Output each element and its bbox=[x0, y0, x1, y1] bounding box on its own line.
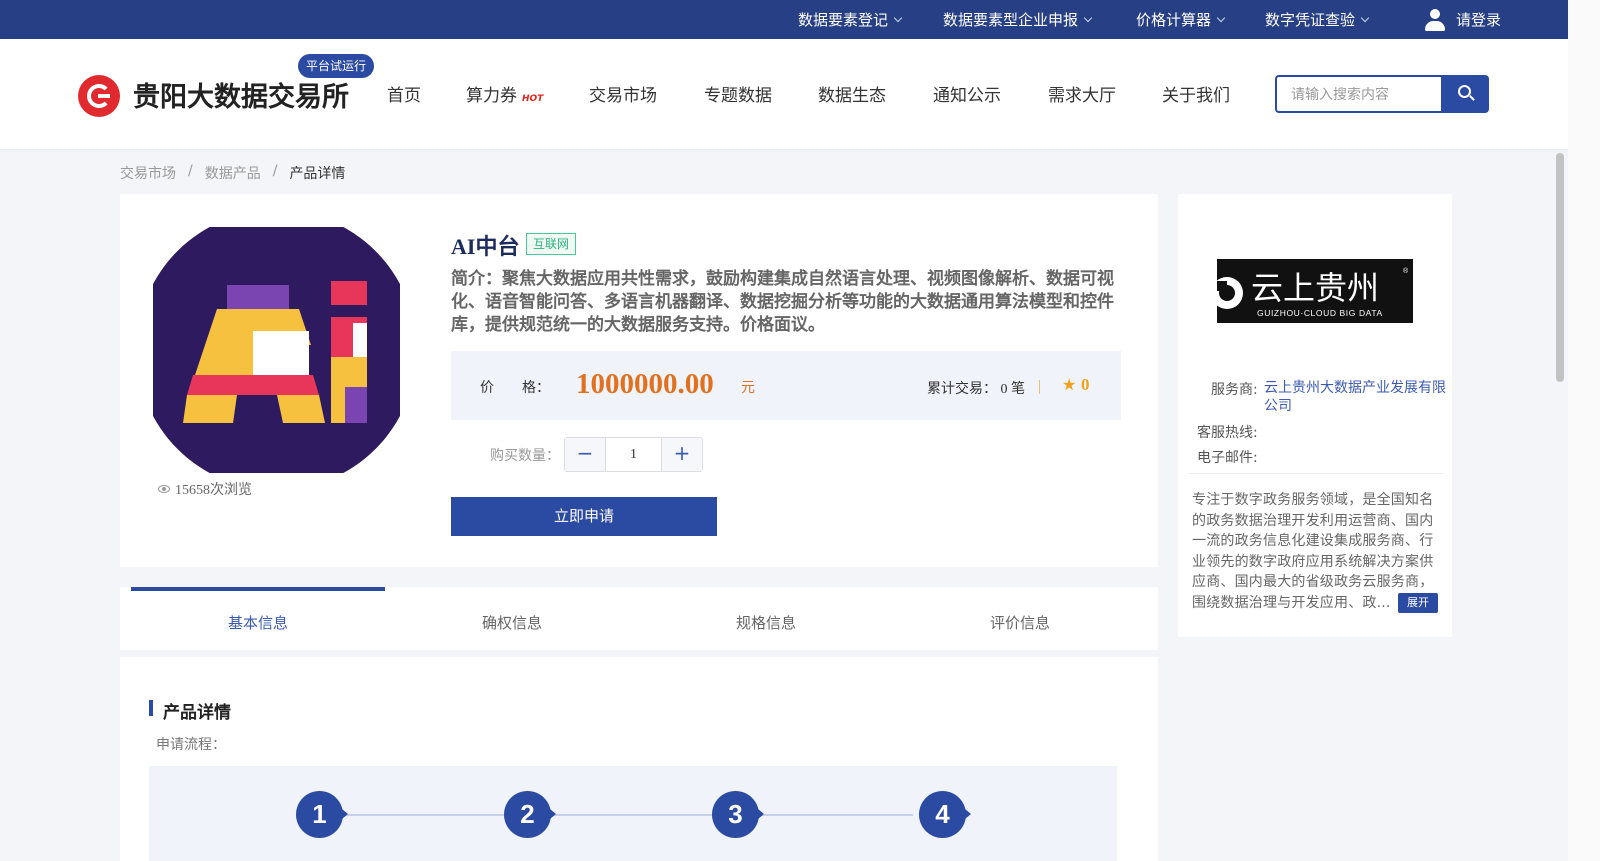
site-header: 贵阳大数据交易所 平台试运行 首页 算力券 HOT 交易市场 专题数据 数据生态… bbox=[0, 39, 1568, 149]
nav-notices[interactable]: 通知公示 bbox=[933, 81, 1001, 106]
topnav-label: 数据要素登记 bbox=[798, 11, 889, 29]
quantity-increase-button[interactable]: + bbox=[662, 438, 702, 471]
flow-connector bbox=[343, 814, 913, 816]
provider-logo-text: 云上贵州 bbox=[1251, 269, 1379, 307]
ai-logo-icon bbox=[153, 227, 400, 473]
breadcrumb-trade-market[interactable]: 交易市场 bbox=[120, 163, 176, 183]
trade-count: 累计交易： 0 笔 bbox=[927, 378, 1025, 398]
flow-step: 1 bbox=[296, 791, 348, 838]
breadcrumb-separator: / bbox=[272, 163, 278, 179]
email-label: 电子邮件: bbox=[1197, 450, 1258, 466]
view-count: 15658次浏览 bbox=[158, 479, 252, 499]
price-label: 价 格： bbox=[480, 380, 550, 396]
search-button[interactable] bbox=[1441, 75, 1489, 113]
view-count-text: 15658次浏览 bbox=[175, 483, 252, 498]
breadcrumb-current: 产品详情 bbox=[289, 166, 346, 182]
details-title: 产品详情 bbox=[163, 703, 231, 723]
product-description: 简介：聚焦大数据应用共性需求，鼓励构建集成自然语言处理、视频图像解析、数据可视化… bbox=[451, 269, 1114, 335]
scrollbar-thumb[interactable] bbox=[1556, 153, 1564, 382]
cloud-logo-icon: 云上贵州 GUIZHOU·CLOUD BIG DATA ® bbox=[1211, 259, 1413, 323]
search-input[interactable]: 请输入搜索内容 bbox=[1275, 75, 1442, 113]
expand-button[interactable]: 展开 bbox=[1398, 593, 1438, 613]
provider-name-link[interactable]: 云上贵州大数据产业发展有限公司 bbox=[1264, 379, 1450, 415]
top-bar: 数据要素登记 数据要素型企业申报 价格计算器 数字凭证查验 请登录 bbox=[0, 0, 1568, 39]
chevron-down-icon bbox=[893, 13, 903, 22]
divider bbox=[1039, 380, 1040, 394]
flow-step: 4 bbox=[919, 791, 971, 838]
quantity-stepper: − 1 + bbox=[564, 437, 703, 472]
rating-value: 0 bbox=[1081, 375, 1090, 394]
topnav-data-registration[interactable]: 数据要素登记 bbox=[798, 0, 903, 39]
divider bbox=[1189, 473, 1443, 474]
quantity-label: 购买数量： bbox=[490, 448, 560, 464]
flow-label: 申请流程： bbox=[156, 737, 226, 753]
nav-trade-market[interactable]: 交易市场 bbox=[589, 81, 657, 106]
flow-step: 2 bbox=[504, 791, 556, 838]
chevron-down-icon bbox=[1216, 13, 1226, 22]
trial-badge: 平台试运行 bbox=[298, 54, 375, 78]
breadcrumb: 交易市场 / 数据产品 / 产品详情 bbox=[120, 163, 357, 183]
nav-home[interactable]: 首页 bbox=[387, 81, 421, 106]
provider-logo: 云上贵州 GUIZHOU·CLOUD BIG DATA ® bbox=[1211, 259, 1413, 323]
login-link[interactable]: 请登录 bbox=[1424, 0, 1501, 39]
hot-badge: HOT bbox=[522, 94, 544, 104]
quantity-input[interactable]: 1 bbox=[605, 438, 662, 471]
login-label: 请登录 bbox=[1456, 11, 1502, 29]
user-icon bbox=[1424, 8, 1446, 32]
topnav-label: 数字凭证查验 bbox=[1265, 11, 1356, 29]
topnav-certificate-check[interactable]: 数字凭证查验 bbox=[1265, 0, 1370, 39]
apply-button[interactable]: 立即申请 bbox=[451, 497, 717, 536]
breadcrumb-data-products[interactable]: 数据产品 bbox=[205, 163, 261, 183]
nav-about-us[interactable]: 关于我们 bbox=[1162, 81, 1230, 106]
tab-active-indicator bbox=[131, 587, 385, 591]
provider-label: 服务商: bbox=[1211, 382, 1258, 398]
chevron-down-icon bbox=[1360, 13, 1370, 22]
topnav-price-calculator[interactable]: 价格计算器 bbox=[1136, 0, 1226, 39]
hotline-label: 客服热线: bbox=[1197, 425, 1258, 441]
eye-icon bbox=[158, 485, 170, 493]
section-marker bbox=[149, 700, 153, 716]
nav-data-ecosystem[interactable]: 数据生态 bbox=[818, 81, 886, 106]
star-icon: ★ bbox=[1062, 375, 1077, 394]
price-value: 1000000.00 bbox=[576, 368, 714, 400]
quantity-decrease-button[interactable]: − bbox=[565, 438, 605, 471]
chevron-down-icon bbox=[1083, 13, 1093, 22]
price-unit: 元 bbox=[741, 380, 755, 396]
breadcrumb-separator: / bbox=[188, 163, 193, 179]
tab-spec-info[interactable]: 规格信息 bbox=[736, 612, 796, 633]
trade-label: 累计交易： bbox=[927, 382, 997, 397]
product-image bbox=[153, 227, 400, 473]
logo-icon[interactable] bbox=[78, 75, 120, 117]
nav-topic-data[interactable]: 专题数据 bbox=[704, 81, 772, 106]
flow-step: 3 bbox=[712, 791, 764, 838]
page-scrollbar[interactable] bbox=[1568, 0, 1600, 861]
trade-value: 0 笔 bbox=[1000, 382, 1026, 397]
nav-compute-voucher[interactable]: 算力券 bbox=[466, 81, 517, 106]
category-tag: 互联网 bbox=[526, 233, 577, 255]
topnav-label: 数据要素型企业申报 bbox=[943, 11, 1079, 29]
nav-demand-hall[interactable]: 需求大厅 bbox=[1048, 81, 1116, 106]
logo-text[interactable]: 贵阳大数据交易所 bbox=[133, 75, 349, 114]
tab-review-info[interactable]: 评价信息 bbox=[990, 612, 1050, 633]
topnav-label: 价格计算器 bbox=[1136, 11, 1212, 29]
provider-logo-sub: GUIZHOU·CLOUD BIG DATA bbox=[1257, 308, 1383, 318]
topnav-enterprise-declaration[interactable]: 数据要素型企业申报 bbox=[943, 0, 1093, 39]
tab-basic-info[interactable]: 基本信息 bbox=[228, 612, 288, 633]
svg-text:®: ® bbox=[1403, 267, 1409, 275]
tab-rights-info[interactable]: 确权信息 bbox=[482, 612, 542, 633]
product-title: AI中台 bbox=[451, 234, 520, 259]
